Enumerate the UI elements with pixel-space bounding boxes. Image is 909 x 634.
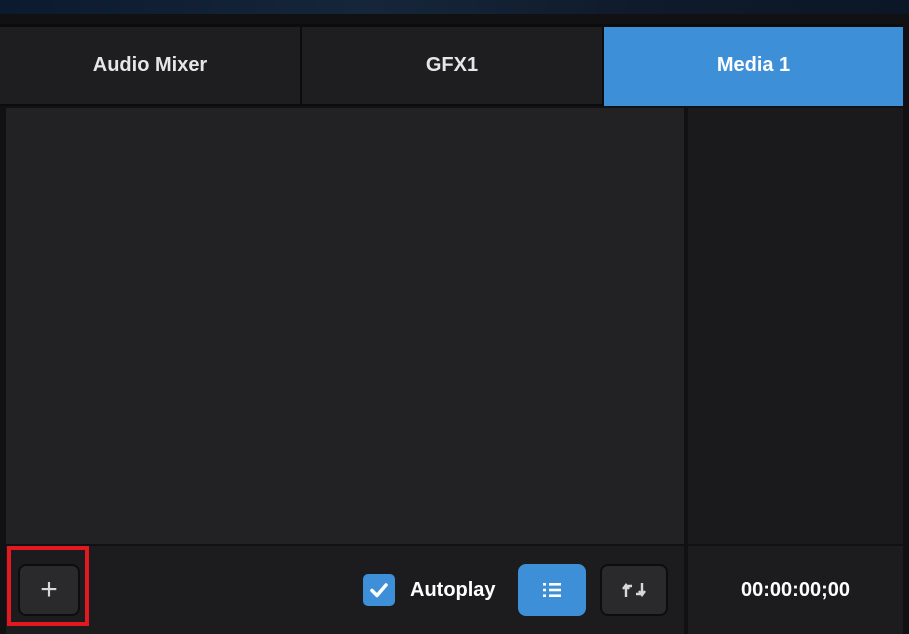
autoplay-label: Autoplay	[410, 578, 496, 601]
tab-bar: Audio Mixer GFX1 Media 1	[0, 24, 903, 106]
autoplay-toggle[interactable]: Autoplay	[363, 572, 496, 608]
list-icon	[543, 583, 561, 597]
tab-audio-mixer[interactable]: Audio Mixer	[0, 24, 302, 106]
timecode-display: 00:00:00;00	[741, 578, 850, 601]
media-panel: Audio Mixer GFX1 Media 1 00:00:00;00 + A…	[0, 0, 909, 634]
add-media-button[interactable]: +	[18, 564, 80, 616]
plus-icon: +	[40, 573, 58, 606]
tab-media-1[interactable]: Media 1	[604, 24, 903, 106]
media-preview	[688, 108, 903, 544]
loop-button[interactable]	[600, 564, 668, 616]
media-list-area[interactable]	[6, 108, 684, 544]
timecode-bar: 00:00:00;00	[688, 546, 903, 634]
playlist-mode-button[interactable]	[518, 564, 586, 616]
checkmark-icon	[370, 583, 388, 598]
top-strip	[0, 0, 909, 14]
tab-gfx1[interactable]: GFX1	[302, 24, 604, 106]
autoplay-checkbox[interactable]	[363, 574, 395, 606]
loop-icon	[622, 583, 646, 597]
